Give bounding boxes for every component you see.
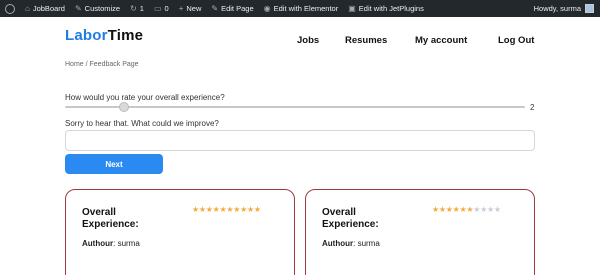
- star-empty-icon: ★: [487, 205, 494, 214]
- star-filled-icon: ★: [233, 205, 241, 214]
- site-logo[interactable]: LaborTime: [65, 27, 143, 44]
- edit-jetplugins-link[interactable]: ▣ Edit with JetPlugins: [343, 0, 429, 17]
- card-author: Authour: surma: [322, 239, 380, 248]
- star-filled-icon: ★: [212, 205, 220, 214]
- nav-my-account[interactable]: My account: [415, 35, 467, 46]
- breadcrumb: Home / Feedback Page: [65, 61, 139, 68]
- star-filled-icon: ★: [247, 205, 254, 214]
- rating-value: 2: [530, 103, 535, 112]
- nav-log-out[interactable]: Log Out: [498, 35, 534, 46]
- star-filled-icon: ★: [219, 205, 227, 214]
- star-rating: ★ ★ ★ ★ ★ ★ ★ ★ ★ ★: [192, 206, 261, 214]
- star-filled-icon: ★: [240, 205, 247, 214]
- refresh-icon: ↻: [130, 3, 137, 13]
- avatar: [585, 4, 594, 13]
- star-filled-icon: ★: [438, 205, 446, 214]
- feedback-card: Overall Experience: ★ ★ ★ ★ ★ ★ ★ ★ ★ ★ Authour: …: [305, 189, 535, 275]
- star-filled-icon: ★: [226, 205, 234, 214]
- star-filled-icon: ★: [432, 205, 439, 214]
- star-filled-icon: ★: [459, 205, 467, 214]
- wordpress-menu[interactable]: [0, 0, 20, 17]
- rating-question: How would you rate your overall experien…: [65, 93, 225, 102]
- nav-resumes[interactable]: Resumes: [345, 35, 387, 46]
- star-rating: ★ ★ ★ ★ ★ ★ ★ ★ ★ ★: [432, 206, 501, 214]
- star-empty-icon: ★: [480, 205, 487, 214]
- pencil-icon: ✎: [211, 3, 219, 13]
- star-empty-icon: ★: [473, 205, 481, 214]
- site-name-link[interactable]: ⌂ JobBoard: [20, 0, 70, 17]
- wordpress-logo-icon: [5, 3, 15, 14]
- edit-page-link[interactable]: ✎ Edit Page: [206, 0, 258, 17]
- improve-question: Sorry to hear that. What could we improv…: [65, 119, 219, 128]
- comments-link[interactable]: ▭ 0: [149, 0, 174, 17]
- star-filled-icon: ★: [452, 205, 460, 214]
- new-content-link[interactable]: + New: [174, 0, 207, 17]
- card-title: Overall Experience:: [322, 207, 379, 230]
- feedback-card: Overall Experience: ★ ★ ★ ★ ★ ★ ★ ★ ★ ★ Authour: …: [65, 189, 295, 275]
- home-icon: ⌂: [25, 3, 30, 13]
- brush-icon: ✎: [74, 3, 82, 13]
- star-filled-icon: ★: [205, 205, 213, 214]
- star-filled-icon: ★: [192, 205, 199, 214]
- comment-icon: ▭: [153, 3, 162, 13]
- elementor-icon: ◉: [263, 3, 271, 13]
- jetplugins-icon: ▣: [348, 3, 356, 13]
- updates-link[interactable]: ↻ 1: [125, 0, 149, 17]
- rating-slider-track[interactable]: [65, 106, 525, 108]
- admin-bar: ⌂ JobBoard ✎ Customize ↻ 1 ▭ 0 + New ✎ Edit Pa…: [0, 0, 600, 17]
- star-filled-icon: ★: [253, 205, 261, 214]
- star-filled-icon: ★: [466, 205, 474, 214]
- account-menu[interactable]: Howdy, surma: [534, 4, 600, 13]
- star-empty-icon: ★: [493, 205, 501, 214]
- star-filled-icon: ★: [198, 205, 206, 214]
- card-title: Overall Experience:: [82, 207, 139, 230]
- rating-slider-thumb[interactable]: [119, 102, 130, 112]
- edit-elementor-link[interactable]: ◉ Edit with Elementor: [259, 0, 344, 17]
- improve-input[interactable]: [65, 130, 535, 151]
- nav-jobs[interactable]: Jobs: [297, 35, 319, 46]
- star-filled-icon: ★: [445, 205, 453, 214]
- card-author: Authour: surma: [82, 239, 140, 248]
- next-button[interactable]: Next: [65, 154, 163, 174]
- plus-icon: +: [178, 3, 184, 13]
- customize-link[interactable]: ✎ Customize: [70, 0, 125, 17]
